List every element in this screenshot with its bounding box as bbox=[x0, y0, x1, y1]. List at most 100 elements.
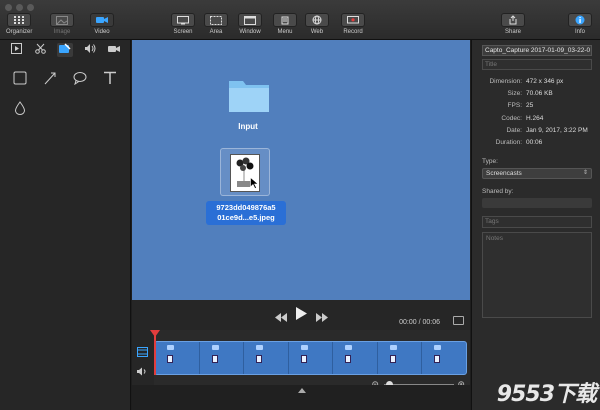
video-clip[interactable] bbox=[154, 341, 467, 375]
metadata-value: H.264 bbox=[526, 114, 544, 122]
tab-annotate[interactable] bbox=[57, 43, 73, 57]
fast-forward-button[interactable] bbox=[316, 309, 328, 327]
camera-icon bbox=[108, 41, 120, 59]
file-name-line1: 9723dd049876a5 bbox=[216, 203, 276, 212]
playhead[interactable] bbox=[154, 332, 156, 375]
record-screen-icon bbox=[341, 13, 365, 27]
record-button[interactable]: Record bbox=[341, 13, 365, 35]
metadata-value: 25 bbox=[526, 102, 534, 110]
metadata-row: Dimension: 472 x 346 px bbox=[482, 76, 590, 88]
playback-controls: 00:00 / 00:06 bbox=[132, 300, 470, 330]
timecode: 00:00 / 00:06 bbox=[399, 319, 440, 326]
metadata-key: Dimension: bbox=[489, 78, 522, 85]
arrow-icon bbox=[43, 71, 57, 90]
shared-by-label: Shared by: bbox=[482, 188, 514, 196]
play-button[interactable] bbox=[296, 307, 307, 325]
speech-bubble-icon bbox=[73, 71, 87, 90]
window-label: Window bbox=[239, 29, 261, 35]
organizer-button[interactable]: Organizer bbox=[6, 13, 32, 35]
window-controls bbox=[5, 4, 34, 11]
video-canvas[interactable]: Input 9723dd049876a5 01ce9d...e5.jpeg bbox=[132, 40, 470, 300]
metadata-row: Size: 70.06 KB bbox=[482, 88, 590, 100]
timeline-track-icons bbox=[132, 330, 154, 385]
metadata-row: Date: Jan 9, 2017, 3:22 PM bbox=[482, 125, 590, 137]
zoom-window-button[interactable] bbox=[27, 4, 34, 11]
annotation-tools bbox=[0, 58, 130, 120]
rewind-button[interactable] bbox=[275, 309, 287, 327]
metadata-value: 472 x 346 px bbox=[526, 78, 564, 85]
file-metadata: Dimension: 472 x 346 px Size: 70.06 KB FPS… bbox=[482, 76, 590, 149]
close-window-button[interactable] bbox=[5, 4, 12, 11]
folder-icon[interactable] bbox=[228, 77, 270, 118]
file-thumbnail[interactable] bbox=[220, 148, 270, 196]
web-button[interactable]: Web bbox=[305, 13, 329, 35]
video-track-icon[interactable] bbox=[137, 344, 148, 362]
web-label: Web bbox=[310, 29, 324, 35]
clip-frame bbox=[422, 342, 466, 374]
metadata-key: Size: bbox=[507, 90, 522, 98]
audio-track-icon[interactable] bbox=[137, 363, 148, 381]
grid-icon bbox=[7, 13, 32, 27]
menu-capture-icon bbox=[273, 13, 297, 27]
filename-field[interactable]: Capto_Capture 2017-01-09_03-22-0 bbox=[482, 45, 592, 56]
arrow-tool[interactable] bbox=[40, 70, 60, 90]
minimize-window-button[interactable] bbox=[16, 4, 23, 11]
clip-frame bbox=[333, 342, 378, 374]
scissors-icon bbox=[35, 41, 46, 59]
record-label: Record bbox=[343, 29, 363, 35]
metadata-key: Date: bbox=[506, 126, 522, 134]
window-button[interactable]: Window bbox=[238, 13, 262, 35]
tool-tabs bbox=[0, 40, 130, 58]
screen-label: Screen bbox=[173, 29, 193, 35]
timeline-footer bbox=[132, 385, 470, 410]
tab-audio[interactable] bbox=[82, 43, 98, 57]
menu-label: Menu bbox=[277, 29, 293, 35]
tab-cut[interactable] bbox=[33, 43, 49, 57]
select-arrows-icon: ⇕ bbox=[582, 170, 588, 177]
info-button[interactable]: Info bbox=[568, 13, 592, 35]
clip-frame bbox=[378, 342, 423, 374]
rectangle-icon bbox=[13, 71, 27, 90]
folder-label: Input bbox=[238, 122, 258, 131]
text-tool[interactable] bbox=[100, 70, 120, 90]
type-label: Type: bbox=[482, 158, 498, 166]
clip-frame bbox=[289, 342, 334, 374]
text-icon bbox=[103, 71, 117, 90]
share-button[interactable]: Share bbox=[501, 13, 525, 35]
image-button[interactable]: Image bbox=[50, 13, 74, 35]
screen-button[interactable]: Screen bbox=[171, 13, 195, 35]
video-button[interactable]: Video bbox=[90, 13, 114, 35]
speech-bubble-tool[interactable] bbox=[70, 70, 90, 90]
fullscreen-button[interactable] bbox=[453, 316, 464, 325]
menu-button[interactable]: Menu bbox=[273, 13, 297, 35]
tab-camera[interactable] bbox=[106, 43, 122, 57]
globe-icon bbox=[305, 13, 329, 27]
area-select-icon bbox=[204, 13, 228, 27]
area-button[interactable]: Area bbox=[204, 13, 228, 35]
share-icon bbox=[501, 13, 525, 27]
share-label: Share bbox=[504, 29, 521, 35]
notes-field[interactable]: Notes bbox=[482, 232, 592, 319]
type-select[interactable]: Screencasts ⇕ bbox=[482, 168, 592, 180]
play-frame-icon bbox=[10, 41, 22, 59]
info-icon bbox=[568, 13, 592, 27]
watermark-logo: 9553下载 bbox=[496, 382, 597, 407]
clip-frame bbox=[200, 342, 245, 374]
tab-playback[interactable] bbox=[8, 43, 24, 57]
rectangle-tool[interactable] bbox=[10, 70, 30, 90]
timeline bbox=[132, 330, 470, 389]
annotate-video-icon bbox=[59, 41, 71, 59]
shared-by-field[interactable] bbox=[482, 198, 592, 209]
title-field[interactable]: Title bbox=[482, 59, 592, 70]
metadata-key: Codec: bbox=[501, 114, 522, 122]
organizer-label: Organizer bbox=[6, 29, 33, 35]
droplet-icon bbox=[14, 100, 26, 120]
file-name-label: 9723dd049876a5 01ce9d...e5.jpeg bbox=[206, 201, 286, 225]
area-label: Area bbox=[209, 29, 223, 35]
type-select-value: Screencasts bbox=[486, 170, 522, 178]
collapse-timeline-icon[interactable] bbox=[298, 388, 306, 393]
blur-tool[interactable] bbox=[10, 100, 30, 120]
metadata-value: 00:06 bbox=[526, 139, 543, 147]
tags-field[interactable]: Tags bbox=[482, 216, 592, 229]
window-icon bbox=[238, 13, 262, 27]
